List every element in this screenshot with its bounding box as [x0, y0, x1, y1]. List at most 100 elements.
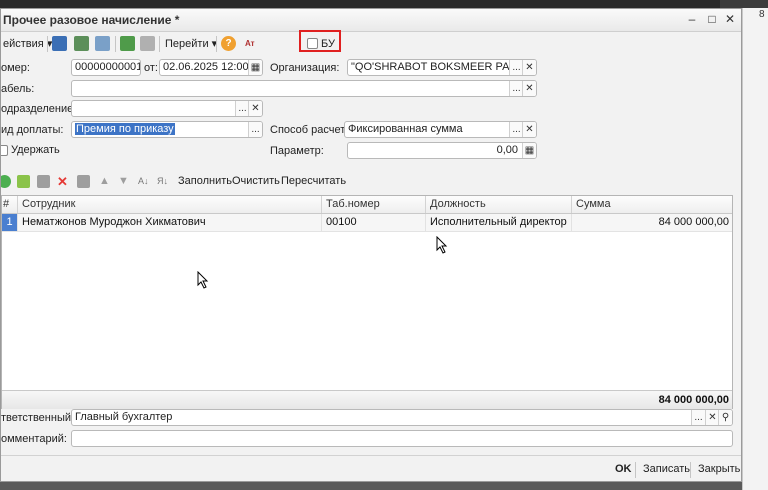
tabel-field[interactable]: ... ✕ [71, 80, 537, 97]
row-tab-number[interactable]: 00100 [322, 214, 426, 231]
withhold-checkbox[interactable] [1, 145, 8, 156]
column-header-number[interactable]: # [2, 196, 18, 213]
end-edit-icon[interactable] [77, 175, 90, 188]
dt-kt-icon[interactable]: Ат [245, 36, 255, 52]
select-dots-icon[interactable]: ... [691, 410, 705, 425]
table-row[interactable]: 1 Нематжонов Муроджон Хикматович 00100 И… [2, 214, 732, 232]
button-separator [635, 462, 636, 478]
responsible-value: Главный бухгалтер [75, 411, 173, 423]
table-header: # Сотрудник Таб.номер Должность Сумма [2, 196, 732, 214]
right-panel-number: 8 [759, 9, 765, 20]
help-icon[interactable]: ? [221, 36, 236, 51]
toolbar-separator [216, 36, 217, 52]
column-header-sum[interactable]: Сумма [572, 196, 732, 213]
withhold-label: Удержать [11, 144, 60, 156]
calculator-icon[interactable]: ▦ [522, 143, 536, 158]
select-dots-icon[interactable]: ... [248, 122, 262, 137]
goto-menu-label: Перейти [165, 38, 209, 50]
comment-label: омментарий: [1, 433, 67, 445]
window-title: Прочее разовое начисление * [3, 13, 180, 27]
column-header-position[interactable]: Должность [426, 196, 572, 213]
accruals-table: # Сотрудник Таб.номер Должность Сумма 1 … [1, 195, 733, 409]
date-field[interactable]: 02.06.2025 12:00:00 ▦ [159, 59, 263, 76]
table-total-sum: 84 000 000,00 [658, 394, 729, 406]
responsible-field[interactable]: Главный бухгалтер... ✕ ⚲ [71, 409, 733, 426]
clear-x-icon[interactable]: ✕ [248, 101, 262, 116]
document-window: Прочее разовое начисление * – □ ✕ ействи… [0, 8, 742, 482]
division-field[interactable]: ... ✕ [71, 100, 263, 117]
number-label: омер: [1, 62, 30, 74]
mouse-cursor-icon [197, 271, 209, 289]
add-row-icon[interactable] [1, 175, 11, 188]
calendar-icon[interactable]: ▦ [248, 60, 262, 75]
button-separator [690, 462, 691, 478]
save-post-icon[interactable] [52, 36, 67, 51]
bonus-type-field[interactable]: Премия по приказу... [71, 121, 263, 138]
ok-button[interactable]: OK [615, 463, 632, 475]
copy-row-icon[interactable] [17, 175, 30, 188]
clear-x-icon[interactable]: ✕ [522, 122, 536, 137]
row-employee[interactable]: Нематжонов Муроджон Хикматович [18, 214, 322, 231]
row-sum[interactable]: 84 000 000,00 [572, 214, 732, 231]
select-dots-icon[interactable]: ... [509, 81, 523, 96]
division-label: одразделение: [1, 103, 77, 115]
row-position[interactable]: Исполнительный директор [426, 214, 572, 231]
goto-menu-button[interactable]: Перейти ▾ [165, 36, 217, 52]
refresh-icon[interactable] [95, 36, 110, 51]
edit-row-icon[interactable] [37, 175, 50, 188]
recalc-button[interactable]: Пересчитать [281, 175, 346, 187]
right-side-panel: 8 [742, 8, 768, 490]
calc-method-label: Способ расчета: [270, 124, 355, 136]
post-icon[interactable] [74, 36, 89, 51]
number-field[interactable]: 00000000001 [71, 59, 141, 76]
table-toolbar: ✕ ▲ ▼ A↓ Я↓ Заполнить Очистить Пересчита… [1, 172, 741, 192]
sort-asc-icon[interactable]: A↓ [138, 175, 151, 188]
create-based-on-icon[interactable] [120, 36, 135, 51]
column-header-tab-number[interactable]: Таб.номер [322, 196, 426, 213]
bottom-button-bar: OK Записать Закрыть [1, 455, 741, 481]
mouse-cursor-icon [436, 236, 448, 254]
select-dots-icon[interactable]: ... [235, 101, 249, 116]
toolbar-separator [115, 36, 116, 52]
toolbar-separator [159, 36, 160, 52]
comment-field[interactable] [71, 430, 733, 447]
minimize-icon[interactable]: – [685, 12, 699, 26]
move-down-icon[interactable]: ▼ [117, 175, 130, 188]
responsible-label: тветственный: [1, 412, 75, 424]
column-header-employee[interactable]: Сотрудник [18, 196, 322, 213]
table-footer: 84 000 000,00 [2, 390, 732, 409]
main-toolbar: ействия ▾ Перейти ▾ ? Ат БУ [1, 32, 741, 56]
clear-x-icon[interactable]: ✕ [522, 81, 536, 96]
structure-icon[interactable] [140, 36, 155, 51]
open-search-icon[interactable]: ⚲ [718, 410, 732, 425]
select-dots-icon[interactable]: ... [509, 122, 523, 137]
close-icon[interactable]: ✕ [723, 12, 737, 26]
delete-row-icon[interactable]: ✕ [56, 175, 69, 188]
clear-x-icon[interactable]: ✕ [522, 60, 536, 75]
sort-desc-icon[interactable]: Я↓ [157, 175, 170, 188]
date-label: от: [144, 62, 158, 74]
move-up-icon[interactable]: ▲ [98, 175, 111, 188]
bu-highlight-frame [299, 30, 341, 52]
select-dots-icon[interactable]: ... [509, 60, 523, 75]
fill-button[interactable]: Заполнить [178, 175, 232, 187]
actions-menu-button[interactable]: ействия ▾ [3, 36, 52, 52]
calc-method-value: Фиксированная сумма [348, 123, 463, 135]
top-strip [0, 0, 768, 8]
calc-method-field[interactable]: Фиксированная сумма... ✕ [344, 121, 537, 138]
clear-button[interactable]: Очистить [232, 175, 280, 187]
tabel-label: абель: [1, 83, 35, 95]
title-bar: Прочее разовое начисление * – □ ✕ [1, 9, 741, 32]
organization-label: Организация: [270, 62, 340, 74]
parameter-label: Параметр: [270, 145, 324, 157]
save-button[interactable]: Записать [643, 463, 690, 475]
clear-x-icon[interactable]: ✕ [705, 410, 719, 425]
bonus-type-value: Премия по приказу [75, 123, 175, 135]
number-value: 00000000001 [75, 61, 141, 73]
bonus-type-label: ид доплаты: [1, 124, 64, 136]
close-button[interactable]: Закрыть [698, 463, 740, 475]
organization-field[interactable]: "QO'SHRABOT BOKSMEER PARRANDA"...✕ [347, 59, 537, 76]
parameter-field[interactable]: 0,00 ▦ [347, 142, 537, 159]
actions-menu-label: ействия [3, 38, 44, 50]
maximize-icon[interactable]: □ [705, 12, 719, 26]
